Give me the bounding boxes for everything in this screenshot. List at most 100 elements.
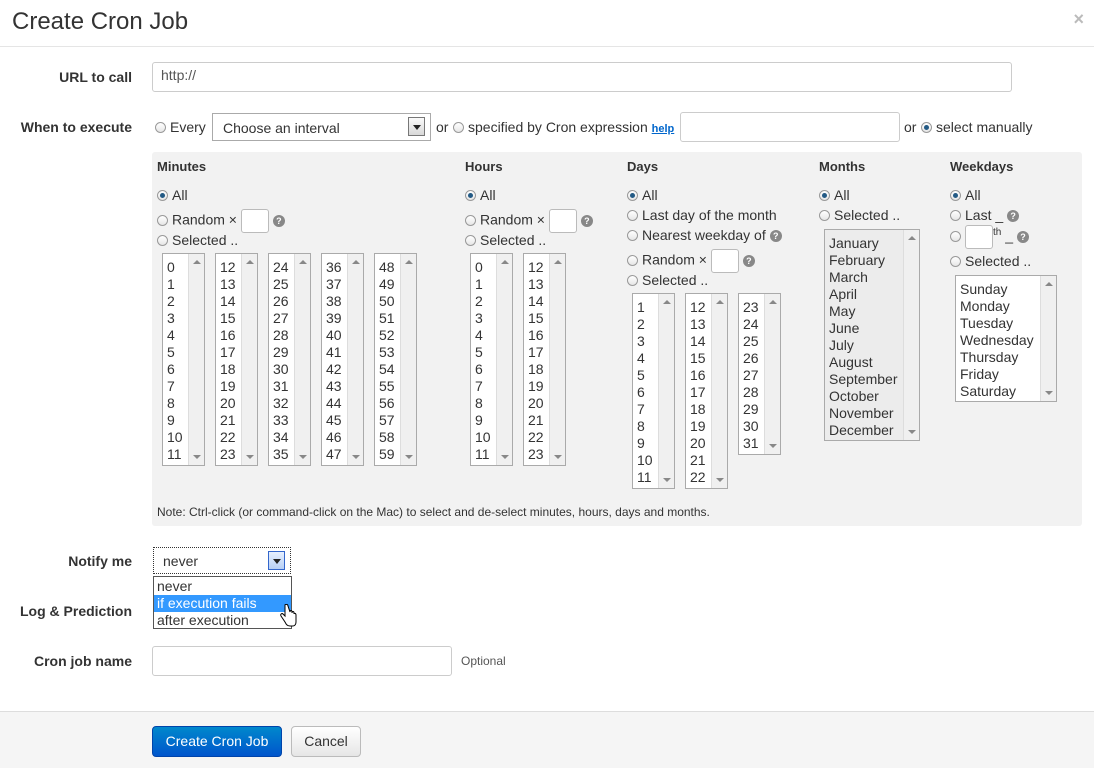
list-items: 48 49 50 51 52 53 54 55 56 57 58 59 <box>379 259 395 462</box>
list-items: 12 13 14 15 16 17 18 19 20 21 22 23 <box>528 259 544 462</box>
hours-selected[interactable]: Selected .. <box>465 232 546 248</box>
manual-label: select manually <box>936 119 1033 135</box>
notify-label: Notify me <box>68 553 132 569</box>
days-last-day[interactable]: Last day of the month <box>627 207 777 223</box>
weekdays-last-radio[interactable] <box>950 210 961 221</box>
days-nearest-radio[interactable] <box>627 230 638 241</box>
name-input[interactable] <box>152 646 452 676</box>
hours-selected-radio[interactable] <box>465 235 476 246</box>
minutes-all[interactable]: All <box>157 187 188 203</box>
hours-list-2[interactable]: 12 13 14 15 16 17 18 19 20 21 22 23 <box>523 253 566 466</box>
help-icon[interactable]: ? <box>1007 210 1020 222</box>
hours-all[interactable]: All <box>465 187 496 203</box>
days-random-input[interactable] <box>710 249 739 273</box>
weekdays-last[interactable]: Last _? <box>950 207 1020 223</box>
weekdays-nth-radio[interactable] <box>950 230 961 242</box>
scrollbar[interactable] <box>347 254 363 465</box>
help-icon[interactable]: ? <box>742 254 755 267</box>
url-input[interactable]: http:// <box>152 62 1012 92</box>
notify-select-value: never <box>163 553 199 569</box>
weekdays-selected[interactable]: Selected .. <box>950 253 1031 269</box>
hours-random-radio[interactable] <box>465 214 476 226</box>
scrollbar[interactable] <box>711 294 727 488</box>
days-nearest[interactable]: Nearest weekday of? <box>627 227 782 243</box>
months-all[interactable]: All <box>819 187 850 203</box>
help-icon[interactable]: ? <box>272 214 285 227</box>
months-selected[interactable]: Selected .. <box>819 207 900 223</box>
scrollbar[interactable] <box>549 254 565 465</box>
create-button[interactable]: Create Cron Job <box>152 726 282 757</box>
cron-radio[interactable] <box>453 122 464 133</box>
minutes-all-radio[interactable] <box>157 190 168 201</box>
scrollbar[interactable] <box>903 230 919 440</box>
minutes-random-input[interactable] <box>240 209 269 233</box>
days-all[interactable]: All <box>627 187 658 203</box>
manual-radio[interactable] <box>921 122 932 133</box>
hours-random[interactable]: Random × ? <box>465 209 593 233</box>
cron-expression-input[interactable] <box>680 112 900 142</box>
every-radio[interactable] <box>155 122 166 133</box>
scrollbar[interactable] <box>496 254 512 465</box>
scrollbar[interactable] <box>400 254 416 465</box>
th-suffix: th <box>993 227 1002 239</box>
notify-option-never[interactable]: never <box>154 578 291 595</box>
days-selected[interactable]: Selected .. <box>627 272 708 288</box>
help-icon[interactable]: ? <box>769 230 782 242</box>
minutes-list-3[interactable]: 24 25 26 27 28 29 30 31 32 33 34 35 <box>268 253 311 466</box>
scrollbar[interactable] <box>241 254 257 465</box>
days-random[interactable]: Random × ? <box>627 249 755 273</box>
minutes-list-1[interactable]: 0 1 2 3 4 5 6 7 8 9 10 11 <box>162 253 205 466</box>
cron-option[interactable]: specified by Cron expression help <box>453 119 674 135</box>
weekdays-all[interactable]: All <box>950 187 981 203</box>
days-list-3[interactable]: 23 24 25 26 27 28 29 30 31 <box>738 293 781 455</box>
help-icon[interactable]: ? <box>1017 230 1030 243</box>
notify-option-after[interactable]: after execution <box>154 612 291 629</box>
days-last-label: Last day of the month <box>642 207 777 223</box>
chevron-down-icon[interactable] <box>408 117 425 136</box>
manual-option[interactable]: select manually <box>921 119 1033 135</box>
days-all-radio[interactable] <box>627 190 638 201</box>
scrollbar[interactable] <box>188 254 204 465</box>
minutes-selected-radio[interactable] <box>157 235 168 246</box>
scrollbar[interactable] <box>1040 276 1056 401</box>
help-link[interactable]: help <box>652 123 675 135</box>
weekdays-selected-radio[interactable] <box>950 256 961 267</box>
days-selected-radio[interactable] <box>627 275 638 286</box>
hours-random-input[interactable] <box>548 209 577 233</box>
minutes-list-4[interactable]: 36 37 38 39 40 41 42 43 44 45 46 47 <box>321 253 364 466</box>
cancel-button[interactable]: Cancel <box>291 726 361 757</box>
minutes-list-2[interactable]: 12 13 14 15 16 17 18 19 20 21 22 23 <box>215 253 258 466</box>
notify-dropdown-list[interactable]: never if execution fails after execution <box>153 576 292 629</box>
weekdays-nth-input[interactable] <box>965 225 993 249</box>
close-icon[interactable]: × <box>1073 9 1084 30</box>
weekdays-all-radio[interactable] <box>950 190 961 201</box>
list-items: 12 13 14 15 16 17 18 19 20 21 22 23 <box>220 259 236 462</box>
scrollbar[interactable] <box>294 254 310 465</box>
weekdays-all-label: All <box>965 187 981 203</box>
weekdays-nth[interactable]: th _? <box>950 225 1030 249</box>
days-random-label: Random × <box>642 251 707 268</box>
interval-select[interactable]: Choose an interval <box>212 113 431 141</box>
days-list-1[interactable]: 1 2 3 4 5 6 7 8 9 10 11 <box>632 293 675 489</box>
hours-list-1[interactable]: 0 1 2 3 4 5 6 7 8 9 10 11 <box>470 253 513 466</box>
minutes-all-label: All <box>172 187 188 203</box>
minutes-list-5[interactable]: 48 49 50 51 52 53 54 55 56 57 58 59 <box>374 253 417 466</box>
scrollbar[interactable] <box>764 294 780 454</box>
months-list[interactable]: January February March April May June Ju… <box>824 229 920 441</box>
minutes-random[interactable]: Random × ? <box>157 209 285 233</box>
modal-footer: Create Cron Job Cancel <box>0 711 1094 768</box>
days-random-radio[interactable] <box>627 254 638 266</box>
hours-all-radio[interactable] <box>465 190 476 201</box>
notify-option-fails[interactable]: if execution fails <box>154 595 291 612</box>
help-icon[interactable]: ? <box>580 214 593 227</box>
weekdays-list[interactable]: Sunday Monday Tuesday Wednesday Thursday… <box>955 275 1057 402</box>
minutes-random-radio[interactable] <box>157 214 168 226</box>
days-last-radio[interactable] <box>627 210 638 221</box>
chevron-down-icon[interactable] <box>268 551 285 570</box>
minutes-selected[interactable]: Selected .. <box>157 232 238 248</box>
months-all-radio[interactable] <box>819 190 830 201</box>
days-list-2[interactable]: 12 13 14 15 16 17 18 19 20 21 22 <box>685 293 728 489</box>
scrollbar[interactable] <box>658 294 674 488</box>
every-option[interactable]: Every <box>155 119 206 135</box>
months-selected-radio[interactable] <box>819 210 830 221</box>
